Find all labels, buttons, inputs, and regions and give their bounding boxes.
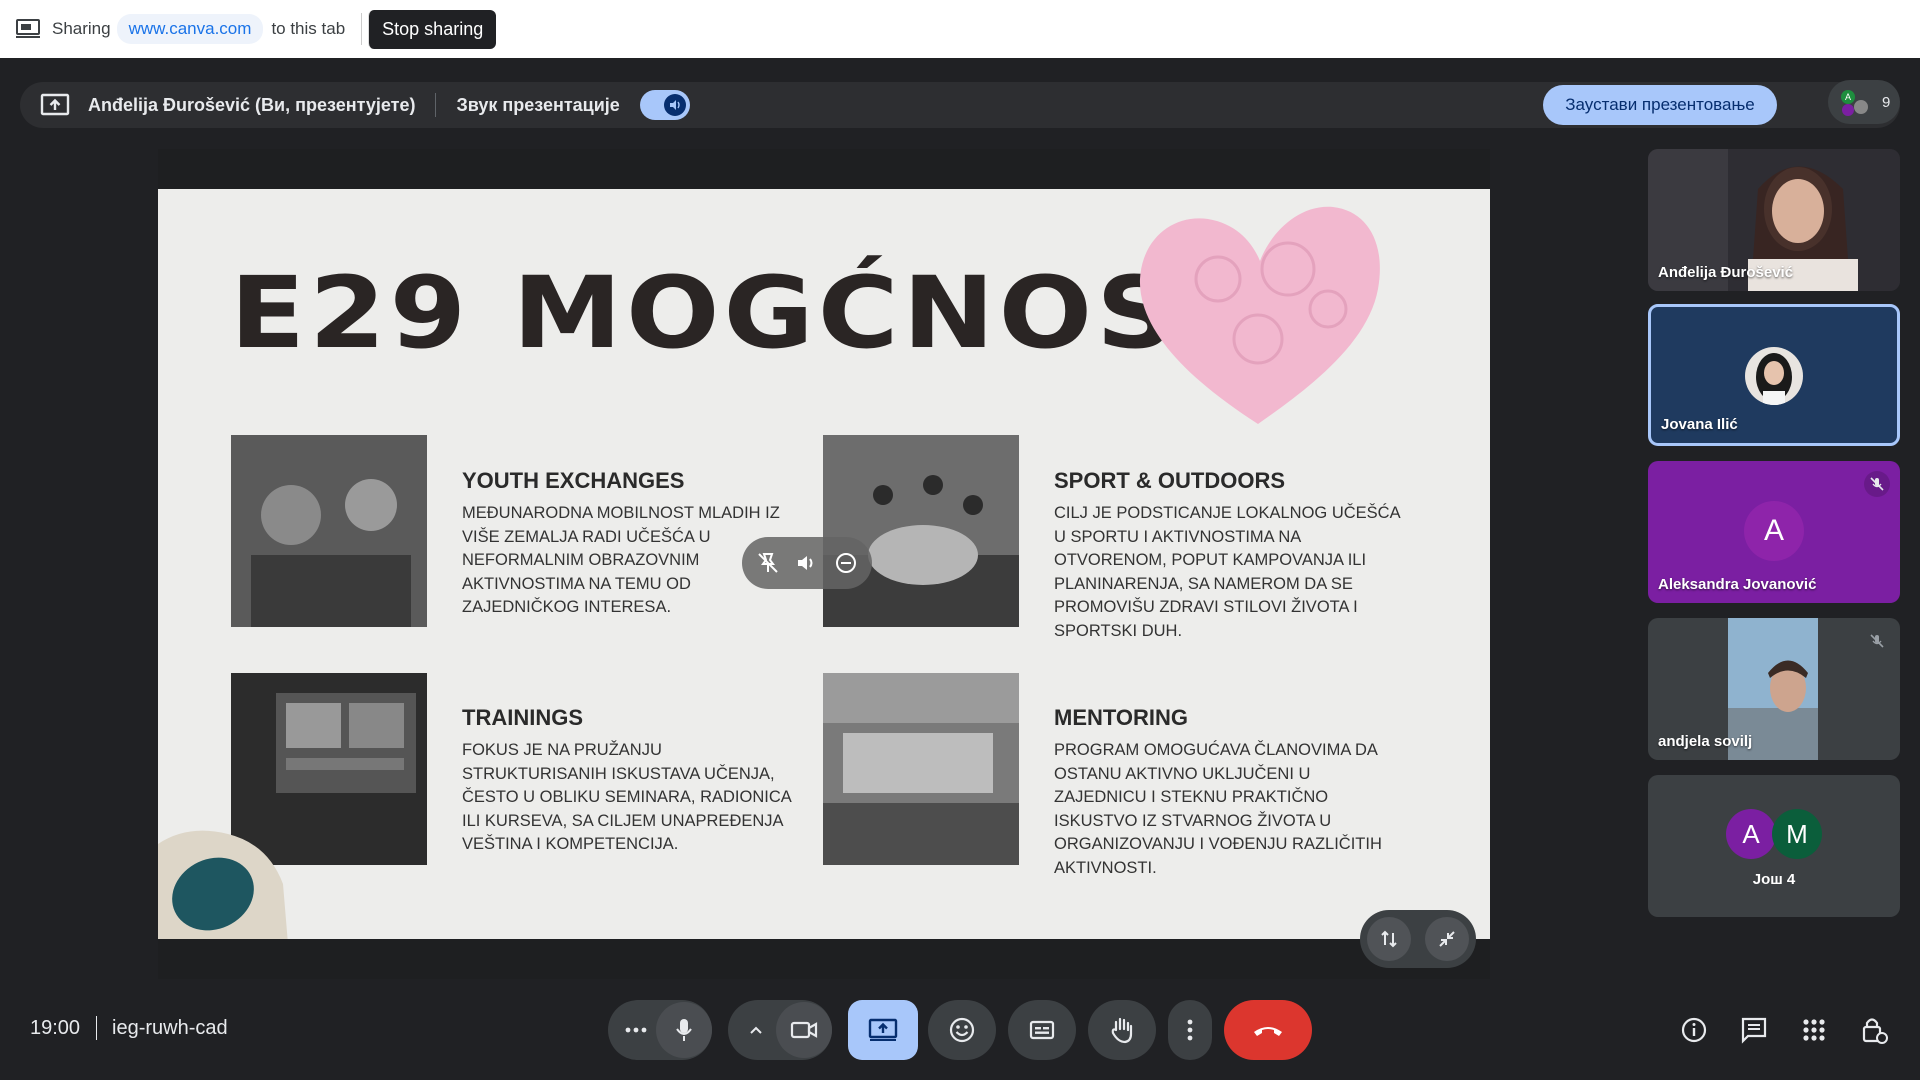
avatar bbox=[1745, 347, 1803, 405]
participant-name: andjela sovilj bbox=[1658, 733, 1753, 750]
screen-share-icon bbox=[16, 19, 40, 38]
participant-tile-andjela[interactable]: andjela sovilj bbox=[1648, 618, 1900, 760]
section-title-mentoring: MENTORING bbox=[1054, 705, 1189, 730]
host-controls-button[interactable] bbox=[1857, 1013, 1891, 1047]
section-body-sport-outdoors: CILJ JE PODSTICANJE LOKALNOG UČEŠĆA U SP… bbox=[1054, 504, 1400, 640]
stop-sharing-button[interactable]: Stop sharing bbox=[368, 9, 497, 49]
newspaper-collage-image bbox=[158, 830, 288, 939]
present-button[interactable] bbox=[848, 1000, 918, 1060]
meeting-code: ieg-ruwh-cad bbox=[112, 1017, 228, 1039]
chevron-up-icon bbox=[750, 1026, 762, 1034]
section-body-trainings: FOKUS JE NA PRUŽANJU STRUKTURISANIH ISKU… bbox=[462, 741, 791, 854]
presentation-audio-label: Звук презентације bbox=[456, 94, 620, 115]
stop-presenting-button[interactable]: Заустави презентовање bbox=[1543, 85, 1777, 125]
more-horiz-icon bbox=[625, 1027, 647, 1033]
swap-icon bbox=[1381, 930, 1397, 948]
camera-button[interactable] bbox=[776, 1002, 832, 1058]
host-controls-icon bbox=[1862, 1018, 1888, 1044]
hangup-icon bbox=[1254, 1027, 1282, 1036]
divider bbox=[435, 93, 437, 117]
presentation-slide: E29 MOGĆNOSTi YOUTH EXCHANGES MEĐUNARODN… bbox=[158, 189, 1490, 939]
present-icon bbox=[868, 1018, 898, 1041]
collapse-icon bbox=[1439, 931, 1455, 947]
svg-text:A: A bbox=[1845, 92, 1851, 102]
reactions-button[interactable] bbox=[928, 1000, 996, 1060]
swap-view-button[interactable] bbox=[1367, 917, 1411, 961]
pink-heart-image bbox=[1139, 206, 1380, 424]
section-title-youth-exchanges: YOUTH EXCHANGES bbox=[462, 468, 685, 493]
participant-name: Aleksandra Jovanović bbox=[1658, 576, 1817, 593]
participant-name: Anđelija Đurošević bbox=[1658, 264, 1794, 281]
more-participants-label: Још 4 bbox=[1752, 871, 1796, 888]
presenter-name: Anđelija Đurošević (Ви, презентујете) bbox=[88, 94, 416, 115]
volume-icon bbox=[669, 100, 680, 110]
unpin-icon[interactable] bbox=[756, 551, 780, 575]
mentoring-photo bbox=[823, 673, 1019, 865]
floating-media-toolbar bbox=[742, 537, 872, 589]
section-title-sport-outdoors: SPORT & OUTDOORS bbox=[1054, 468, 1286, 493]
mic-icon bbox=[676, 1019, 692, 1041]
mic-off-icon bbox=[1864, 628, 1890, 654]
more-vert-icon bbox=[1187, 1019, 1193, 1041]
section-title-trainings: TRAININGS bbox=[462, 705, 583, 730]
presentation-audio-toggle[interactable] bbox=[639, 90, 690, 120]
remove-icon[interactable] bbox=[834, 551, 858, 575]
video-settings-button[interactable] bbox=[736, 1025, 776, 1035]
mic-button[interactable] bbox=[656, 1002, 712, 1058]
participant-tile-andjelija[interactable]: Anđelija Đurošević bbox=[1648, 149, 1900, 291]
section-body-mentoring: PROGRAM OMOGUĆAVA ČLANOVIMA DA OSTANU AK… bbox=[1054, 741, 1382, 877]
participant-avatars-icon: A bbox=[1841, 90, 1868, 116]
avatar: A bbox=[1744, 501, 1804, 561]
to-this-tab-label: to this tab bbox=[271, 19, 346, 38]
participants-button[interactable]: A 9 bbox=[1828, 80, 1900, 124]
emoji-icon bbox=[949, 1017, 975, 1043]
avatar: A bbox=[1726, 809, 1776, 859]
info-icon bbox=[1681, 1017, 1707, 1043]
mic-off-icon bbox=[1864, 471, 1890, 497]
volume-icon[interactable] bbox=[795, 551, 819, 575]
youth-exchanges-photo bbox=[231, 435, 427, 627]
minimize-view-button[interactable] bbox=[1425, 917, 1469, 961]
camera-control-group bbox=[728, 1000, 832, 1060]
participant-tile-jovana[interactable]: Jovana Ilić bbox=[1648, 304, 1900, 446]
view-controls bbox=[1360, 910, 1476, 968]
captions-button[interactable] bbox=[1008, 1000, 1076, 1060]
leave-call-button[interactable] bbox=[1224, 1000, 1312, 1060]
divider bbox=[361, 13, 363, 45]
present-icon bbox=[40, 93, 70, 116]
shared-domain: www.canva.com bbox=[116, 14, 264, 44]
chat-button[interactable] bbox=[1737, 1013, 1771, 1047]
activities-icon bbox=[1803, 1019, 1825, 1041]
sharing-label: Sharing bbox=[52, 19, 111, 38]
camera-icon bbox=[790, 1021, 818, 1039]
clock: 19:00 bbox=[30, 1017, 81, 1039]
sport-outdoors-photo bbox=[823, 435, 1019, 627]
participant-count: 9 bbox=[1882, 93, 1891, 111]
tab-sharing-bar: Sharing www.canva.com to this tab Stop s… bbox=[0, 0, 1920, 58]
captions-icon bbox=[1029, 1020, 1055, 1040]
more-participants-tile[interactable]: A M Још 4 bbox=[1648, 775, 1900, 917]
chat-icon bbox=[1741, 1017, 1767, 1044]
mic-control-group bbox=[608, 1000, 712, 1060]
participant-tile-aleksandra[interactable]: A Aleksandra Jovanović bbox=[1648, 461, 1900, 603]
meeting-details-button[interactable] bbox=[1677, 1013, 1711, 1047]
more-options-button[interactable] bbox=[1168, 1000, 1212, 1060]
activities-button[interactable] bbox=[1797, 1013, 1831, 1047]
audio-settings-button[interactable] bbox=[616, 1027, 656, 1033]
participant-name: Jovana Ilić bbox=[1661, 416, 1738, 433]
divider bbox=[96, 1016, 97, 1040]
raise-hand-icon bbox=[1111, 1017, 1133, 1044]
raise-hand-button[interactable] bbox=[1088, 1000, 1156, 1060]
avatar: M bbox=[1772, 809, 1822, 859]
